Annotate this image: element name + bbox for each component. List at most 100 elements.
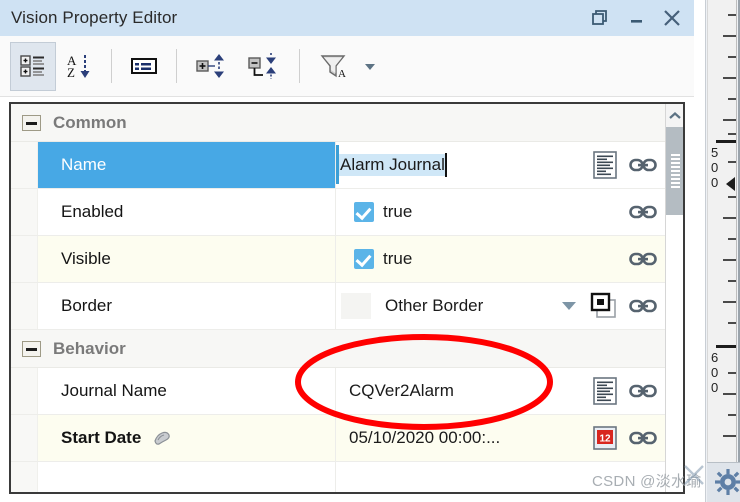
ruler-tick [723, 259, 736, 261]
ruler-tick [728, 280, 736, 282]
property-value-cell[interactable]: true [335, 236, 665, 282]
description-pane-icon [131, 58, 157, 74]
property-value-text: true [383, 249, 413, 268]
property-description-button[interactable] [121, 42, 167, 91]
ruler-tick-major [716, 140, 736, 143]
property-value-cell[interactable]: true [335, 189, 665, 235]
vertical-ruler: 5 0 0 6 0 0 [707, 0, 737, 462]
property-value-text: true [383, 202, 413, 221]
binding-link-icon[interactable] [629, 297, 657, 315]
border-selected-value: Other Border [385, 296, 484, 315]
property-row-border[interactable]: Border Other Border [11, 283, 665, 330]
value-icon-group [592, 142, 657, 188]
grip-lines-icon [670, 154, 680, 188]
property-row-partial[interactable] [11, 462, 665, 492]
name-text-input[interactable]: Alarm Journal [336, 145, 582, 184]
ruler-tick [728, 14, 736, 16]
sort-az-icon: A Z [67, 53, 90, 80]
property-value-cell[interactable]: Other Border [335, 283, 665, 329]
name-input-value: Alarm Journal [338, 153, 445, 176]
property-name-label: Name [38, 142, 335, 188]
property-row-enabled[interactable]: Enabled true [11, 189, 665, 236]
ruler-label-500-d2: 0 [711, 160, 718, 175]
ruler-tick [728, 98, 736, 100]
ruler-tick [728, 196, 736, 198]
binding-link-icon[interactable] [629, 429, 657, 447]
categorized-list-icon [20, 55, 44, 77]
property-row-visible[interactable]: Visible true [11, 236, 665, 283]
filter-dropdown-caret[interactable] [361, 42, 379, 91]
property-editor-toolbar: A Z A [0, 36, 694, 97]
ruler-tick [728, 238, 736, 240]
property-name-label: Enabled [61, 202, 124, 221]
border-chooser-icon[interactable] [590, 292, 618, 320]
row-indent-gutter [11, 236, 38, 282]
scrollbar-thumb[interactable] [666, 127, 683, 215]
category-row-behavior[interactable]: Behavior [11, 330, 665, 368]
calendar-picker-icon[interactable]: 12 [592, 424, 618, 452]
document-properties-icon[interactable] [592, 376, 618, 406]
vision-property-editor-window: Vision Property Editor A Z A Common Name… [0, 0, 694, 502]
scrollbar-up-button[interactable] [666, 104, 683, 127]
svg-text:12: 12 [599, 434, 611, 445]
property-name-label: Journal Name [61, 381, 167, 400]
close-button[interactable] [654, 1, 690, 35]
row-indent-gutter [11, 462, 38, 492]
ruler-tick [728, 56, 736, 58]
row-indent-gutter [11, 283, 38, 329]
restore-button[interactable] [582, 1, 618, 35]
property-value-cell[interactable] [335, 462, 665, 492]
ruler-tick [723, 301, 736, 303]
value-icon-group [590, 283, 657, 329]
dock-bottom-panel [707, 462, 740, 502]
close-icon [664, 10, 680, 26]
collapse-expander-icon[interactable] [22, 340, 41, 357]
screenshot-root: Vision Property Editor A Z A Common Name… [0, 0, 740, 502]
bound-property-icon [154, 431, 171, 445]
property-value-text: CQVer2Alarm [349, 381, 454, 400]
svg-text:A: A [338, 68, 346, 80]
enabled-checkbox[interactable] [354, 202, 374, 222]
scrollbar-track[interactable] [666, 215, 683, 492]
filter-button[interactable]: A [309, 42, 361, 91]
property-name-label: Visible [61, 249, 111, 268]
row-indent-gutter [11, 415, 38, 461]
binding-link-icon[interactable] [629, 250, 657, 268]
property-value-cell[interactable]: 05/10/2020 00:00:... 12 [335, 415, 665, 461]
property-row-journal-name[interactable]: Journal Name CQVer2Alarm [11, 368, 665, 415]
row-indent-gutter [11, 142, 38, 188]
value-icon-group [592, 368, 657, 414]
expand-all-button[interactable] [186, 42, 238, 91]
category-row-common[interactable]: Common [11, 104, 665, 142]
ruler-position-marker [726, 177, 735, 191]
document-properties-icon[interactable] [592, 150, 618, 180]
gear-icon[interactable] [715, 469, 740, 495]
ruler-tick [723, 119, 736, 121]
alphabetical-sort-button[interactable]: A Z [56, 42, 102, 91]
binding-link-icon[interactable] [629, 382, 657, 400]
property-value-cell[interactable]: Alarm Journal [335, 142, 665, 188]
collapse-all-button[interactable] [238, 42, 290, 91]
collapse-expander-icon[interactable] [22, 114, 41, 131]
window-title: Vision Property Editor [11, 8, 178, 27]
binding-link-icon[interactable] [629, 156, 657, 174]
ruler-label-500-d3: 0 [711, 175, 718, 190]
property-name-cell-start-date: Start Date [38, 415, 335, 461]
minimize-button[interactable] [618, 1, 654, 35]
restore-icon [592, 10, 607, 25]
binding-link-icon[interactable] [629, 203, 657, 221]
property-row-start-date[interactable]: Start Date 05/10/2020 00:00:... 12 [11, 415, 665, 462]
visible-checkbox[interactable] [354, 249, 374, 269]
property-row-name[interactable]: Name Alarm Journal [11, 142, 665, 189]
category-label: Behavior [53, 338, 126, 358]
chevron-down-icon [365, 64, 375, 70]
property-grid-scrollbar[interactable] [665, 104, 683, 492]
ruler-label-600-d2: 0 [711, 365, 718, 380]
border-combobox[interactable]: Other Border [338, 287, 586, 325]
property-name-label: Start Date [61, 428, 142, 447]
property-value-cell[interactable]: CQVer2Alarm [335, 368, 665, 414]
chevron-down-icon[interactable] [562, 302, 576, 310]
value-icon-group: 12 [592, 415, 657, 461]
property-grid: Common Name Alarm Journal Enabled true V… [9, 102, 685, 494]
categorized-view-button[interactable] [10, 41, 56, 91]
